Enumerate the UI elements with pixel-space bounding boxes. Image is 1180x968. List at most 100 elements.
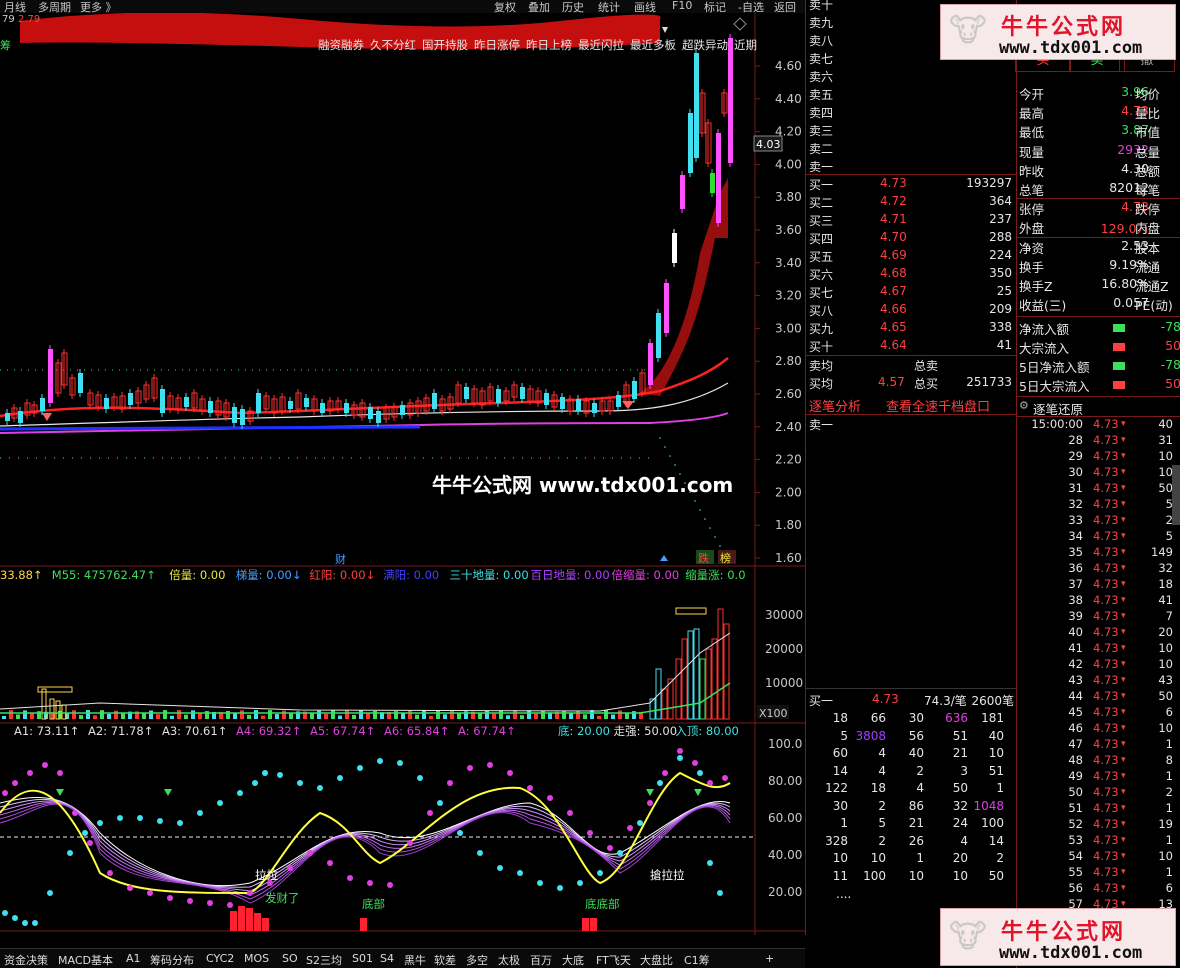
indicator-tab-16[interactable]: FT飞天 bbox=[596, 952, 631, 968]
menu-item[interactable]: 叠加 bbox=[528, 0, 550, 13]
queue-cell: 2 bbox=[878, 798, 886, 813]
menu-item[interactable]: 更多 》 bbox=[80, 0, 117, 13]
candle-body bbox=[432, 393, 437, 409]
menu-item[interactable]: 返回 bbox=[774, 0, 796, 13]
volume-bar bbox=[2, 716, 6, 719]
candle-body bbox=[710, 173, 715, 193]
menu-item[interactable]: 历史 bbox=[562, 0, 584, 13]
volume-bar bbox=[415, 714, 419, 719]
indicator-tab-14[interactable]: 百万 bbox=[530, 952, 552, 968]
volume-bar bbox=[156, 714, 160, 719]
tick-time: 50 bbox=[1068, 785, 1083, 799]
indicator-label: 底部 bbox=[362, 897, 385, 911]
indicator-tab-17[interactable]: 大盘比 bbox=[640, 952, 673, 968]
indicator-tab-11[interactable]: 软差 bbox=[434, 952, 456, 968]
volume-bar bbox=[534, 713, 538, 719]
tick-row: 45 4.73 ▾ 6 bbox=[1017, 705, 1180, 721]
dotted-projection-point bbox=[714, 536, 716, 538]
tick-time: 34 bbox=[1068, 529, 1083, 543]
volume-ma-line bbox=[0, 632, 731, 712]
queue-cell: 51 bbox=[952, 728, 968, 743]
overlay-tag-label: 融资融券 bbox=[318, 38, 364, 52]
kline-chart-svg[interactable]: 4.604.404.204.003.803.603.403.203.002.80… bbox=[0, 13, 805, 935]
menu-item[interactable]: F10 bbox=[672, 0, 692, 12]
tick-volume: 10 bbox=[1158, 657, 1173, 671]
signal-bar-red bbox=[582, 918, 589, 931]
menu-item[interactable]: 标记 bbox=[704, 0, 726, 13]
add-icon[interactable]: + bbox=[765, 952, 774, 965]
indicator-tab-5[interactable]: MOS bbox=[244, 952, 269, 965]
price-axis-label: 2.40 bbox=[775, 420, 802, 434]
menu-item[interactable]: 统计 bbox=[598, 0, 620, 13]
indicator-tab-9[interactable]: S4 bbox=[380, 952, 394, 965]
tick-time: 15:00:00 bbox=[1031, 417, 1083, 431]
indicator-tab-12[interactable]: 多空 bbox=[466, 952, 488, 968]
menu-item[interactable]: 画线 bbox=[634, 0, 656, 13]
overlay-tag-label: 最近闪拉 bbox=[578, 38, 624, 52]
indicator-tab-13[interactable]: 太极 bbox=[498, 952, 520, 968]
tick-row: 28 4.73 ▾ 31 bbox=[1017, 433, 1180, 449]
queue-cell: 4 bbox=[916, 781, 924, 795]
tick-arrow-icon: ▾ bbox=[1121, 547, 1126, 557]
indicator-tab-8[interactable]: S01 bbox=[352, 952, 373, 965]
indicator-dot-cyan bbox=[597, 870, 603, 876]
full-depth-link[interactable]: 查看全速千档盘口 bbox=[886, 396, 990, 415]
buy-level-row: 买五 4.69 224 bbox=[806, 247, 1016, 265]
indicator-tab-7[interactable]: S2三均 bbox=[306, 952, 342, 968]
tick-volume: 10 bbox=[1158, 465, 1173, 479]
tick-row: 30 4.73 ▾ 10 bbox=[1017, 465, 1180, 481]
quote-label: 张停 bbox=[1019, 202, 1045, 218]
queue-cell: 2 bbox=[996, 851, 1004, 865]
dotted-projection-point bbox=[664, 446, 666, 448]
indicator-tab-4[interactable]: CYC2 bbox=[206, 952, 234, 965]
signal-bar-red bbox=[246, 908, 253, 931]
volume-bar bbox=[506, 715, 510, 719]
indicator-tab-1[interactable]: MACD基本 bbox=[58, 952, 113, 968]
menu-item[interactable]: -自选 bbox=[738, 0, 764, 13]
volume-bar bbox=[198, 713, 202, 719]
menu-item[interactable]: 复权 bbox=[494, 0, 516, 13]
tick-volume: 32 bbox=[1158, 561, 1173, 575]
indicator-tab-18[interactable]: C1筹 bbox=[684, 952, 710, 968]
buy-level-volume: 237 bbox=[989, 212, 1012, 226]
avg-sell-label: 卖均 bbox=[809, 359, 834, 373]
chart-area[interactable]: 4.60 4.40 4.20 4.00 3.80 3.60 3.40 3.20 3.00 2.80… bbox=[0, 13, 805, 935]
analysis-link[interactable]: 逐笔分析 bbox=[809, 396, 861, 415]
indicator-dot-magenta bbox=[307, 850, 313, 856]
queue-cell: 21 bbox=[908, 816, 924, 830]
indicator-tab-3[interactable]: 筹码分布 bbox=[150, 952, 194, 968]
volume-bar bbox=[338, 715, 342, 719]
indicator-dot-cyan bbox=[397, 760, 403, 766]
indicator-tab-10[interactable]: 黑牛 bbox=[404, 952, 426, 968]
indicator-tab-15[interactable]: 大底 bbox=[562, 952, 584, 968]
tick-volume: 10 bbox=[1158, 641, 1173, 655]
tick-price: 4.73 bbox=[1093, 433, 1119, 447]
indicator-tab-2[interactable]: A1 bbox=[126, 952, 141, 965]
queue-cell: 3808 bbox=[855, 728, 886, 743]
indicator-tab-0[interactable]: 资金决策 bbox=[4, 952, 48, 968]
queue-cell: 20 bbox=[952, 851, 968, 865]
volume-bar bbox=[401, 713, 405, 719]
queue-row: 10 10 1 20 2 bbox=[806, 850, 1016, 868]
volume-bar bbox=[191, 710, 195, 719]
candle-body bbox=[304, 398, 309, 407]
queue-row: 328 2 26 4 14 bbox=[806, 833, 1016, 851]
indicator-tab-6[interactable]: SO bbox=[282, 952, 298, 965]
queue-cell: 100 bbox=[863, 868, 886, 883]
scrollbar-thumb[interactable] bbox=[1172, 465, 1180, 525]
buy-level-price: 4.67 bbox=[880, 284, 907, 298]
quote-label: 换手 bbox=[1019, 259, 1045, 275]
menu-item[interactable]: 月线 bbox=[4, 0, 26, 13]
quote-row: 换手 9.19% 流通 bbox=[1017, 256, 1180, 275]
indicator-dot-magenta bbox=[227, 902, 233, 908]
tick-volume: 1 bbox=[1165, 737, 1173, 751]
queue-cell: 5 bbox=[840, 728, 848, 743]
tick-time: 53 bbox=[1068, 833, 1083, 847]
buy-level-row: 买三 4.71 237 bbox=[806, 211, 1016, 229]
tick-price: 4.73 bbox=[1093, 705, 1119, 719]
price-axis-label: 1.80 bbox=[775, 518, 802, 532]
tick-price: 4.73 bbox=[1093, 689, 1119, 703]
menu-item[interactable]: 多周期 bbox=[38, 0, 71, 13]
queue-row: 60 4 40 21 10 bbox=[806, 745, 1016, 763]
tick-arrow-icon: ▾ bbox=[1121, 499, 1126, 509]
